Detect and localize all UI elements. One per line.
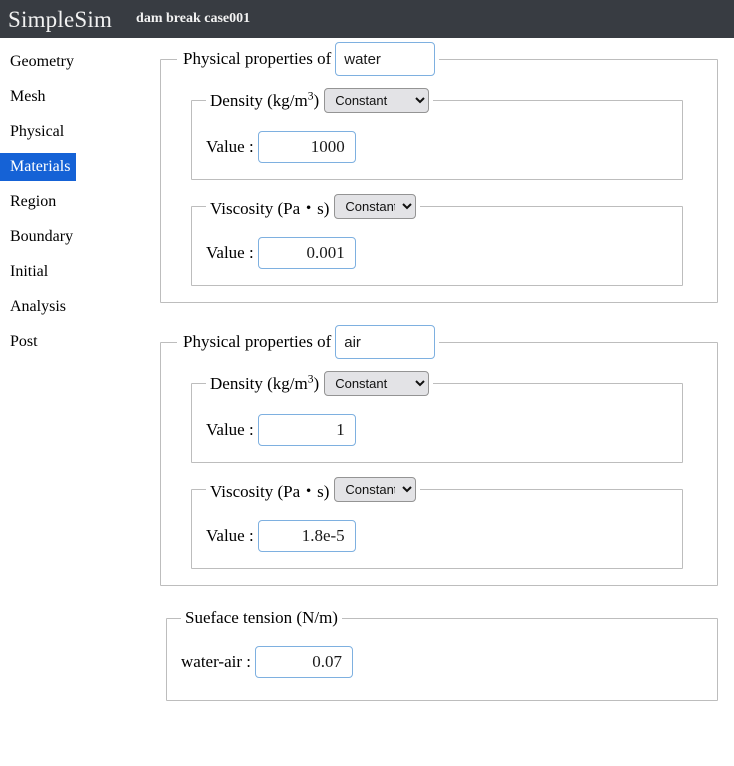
surface-tension-value-input[interactable]: [254, 646, 353, 678]
density-group-air: Density (kg/m3) Constant Value :: [191, 371, 683, 463]
viscosity-legend-air: Viscosity (Pa・s) Constant: [206, 477, 420, 502]
density-value-row-water: Value :: [206, 131, 668, 163]
app-header: SimpleSim dam break case001: [0, 0, 734, 38]
viscosity-label: Viscosity (Pa・s): [210, 199, 330, 218]
material-legend-air: Physical properties of: [177, 325, 439, 359]
app-body: Geometry Mesh Physical Materials Region …: [0, 38, 734, 766]
app-title: SimpleSim: [8, 6, 113, 32]
sidebar-item-geometry[interactable]: Geometry: [0, 48, 80, 76]
surface-tension-legend: Sueface tension (N/m): [181, 608, 342, 628]
sidebar-item-analysis[interactable]: Analysis: [0, 293, 72, 321]
material-group-air: Physical properties of Density (kg/m3) C…: [160, 325, 718, 586]
sidebar-row: Post: [0, 328, 160, 363]
sidebar-row: Mesh: [0, 83, 160, 118]
value-label: Value :: [206, 243, 254, 262]
density-group-water: Density (kg/m3) Constant Value :: [191, 88, 683, 180]
viscosity-group-water: Viscosity (Pa・s) Constant Value :: [191, 194, 683, 286]
sidebar-row: Geometry: [0, 48, 160, 83]
density-kind-select-water[interactable]: Constant: [324, 88, 430, 113]
sidebar-item-physical[interactable]: Physical: [0, 118, 70, 146]
materials-panel: Physical properties of Density (kg/m3) C…: [160, 38, 734, 701]
sidebar-item-post[interactable]: Post: [0, 328, 44, 356]
surface-tension-row: water-air :: [181, 646, 703, 678]
sidebar-row: Initial: [0, 258, 160, 293]
density-legend-water: Density (kg/m3) Constant: [206, 88, 433, 113]
sidebar-item-materials[interactable]: Materials: [0, 153, 77, 181]
viscosity-value-input-air[interactable]: [257, 520, 356, 552]
sidebar-row: Analysis: [0, 293, 160, 328]
sidebar-row: Region: [0, 188, 160, 223]
sidebar-nav: Geometry Mesh Physical Materials Region …: [0, 38, 160, 363]
density-value-input-water[interactable]: [257, 131, 356, 163]
sidebar-row: Physical: [0, 118, 160, 153]
sidebar-row: Materials: [0, 153, 160, 188]
density-value-input-air[interactable]: [257, 414, 356, 446]
viscosity-kind-select-water[interactable]: Constant: [334, 194, 417, 219]
sidebar-item-mesh[interactable]: Mesh: [0, 83, 52, 111]
sidebar-item-initial[interactable]: Initial: [0, 258, 54, 286]
value-label: Value :: [206, 526, 254, 545]
viscosity-value-row-water: Value :: [206, 237, 668, 269]
density-legend-air: Density (kg/m3) Constant: [206, 371, 433, 396]
value-label: Value :: [206, 420, 254, 439]
density-value-row-air: Value :: [206, 414, 668, 446]
value-label: Value :: [206, 137, 254, 156]
viscosity-legend-water: Viscosity (Pa・s) Constant: [206, 194, 420, 219]
material-group-water: Physical properties of Density (kg/m3) C…: [160, 42, 718, 303]
sidebar-item-boundary[interactable]: Boundary: [0, 223, 79, 251]
viscosity-label: Viscosity (Pa・s): [210, 482, 330, 501]
density-label: Density (kg/m3): [210, 371, 320, 393]
viscosity-value-row-air: Value :: [206, 520, 668, 552]
surface-tension-group: Sueface tension (N/m) water-air :: [166, 608, 718, 701]
material-name-input-air[interactable]: [335, 325, 436, 359]
surface-tension-label: Sueface tension (N/m): [185, 608, 338, 627]
viscosity-kind-select-air[interactable]: Constant: [334, 477, 417, 502]
density-kind-select-air[interactable]: Constant: [324, 371, 430, 396]
viscosity-group-air: Viscosity (Pa・s) Constant Value :: [191, 477, 683, 569]
sidebar-row: Boundary: [0, 223, 160, 258]
density-label: Density (kg/m3): [210, 88, 320, 110]
sidebar-item-region[interactable]: Region: [0, 188, 62, 216]
material-name-input-water[interactable]: [335, 42, 436, 76]
case-title: dam break case001: [136, 11, 251, 26]
viscosity-value-input-water[interactable]: [257, 237, 356, 269]
surface-tension-pair-label: water-air :: [181, 652, 251, 671]
material-legend-prefix: Physical properties of: [183, 332, 332, 351]
material-legend-water: Physical properties of: [177, 42, 439, 76]
material-legend-prefix: Physical properties of: [183, 49, 332, 68]
